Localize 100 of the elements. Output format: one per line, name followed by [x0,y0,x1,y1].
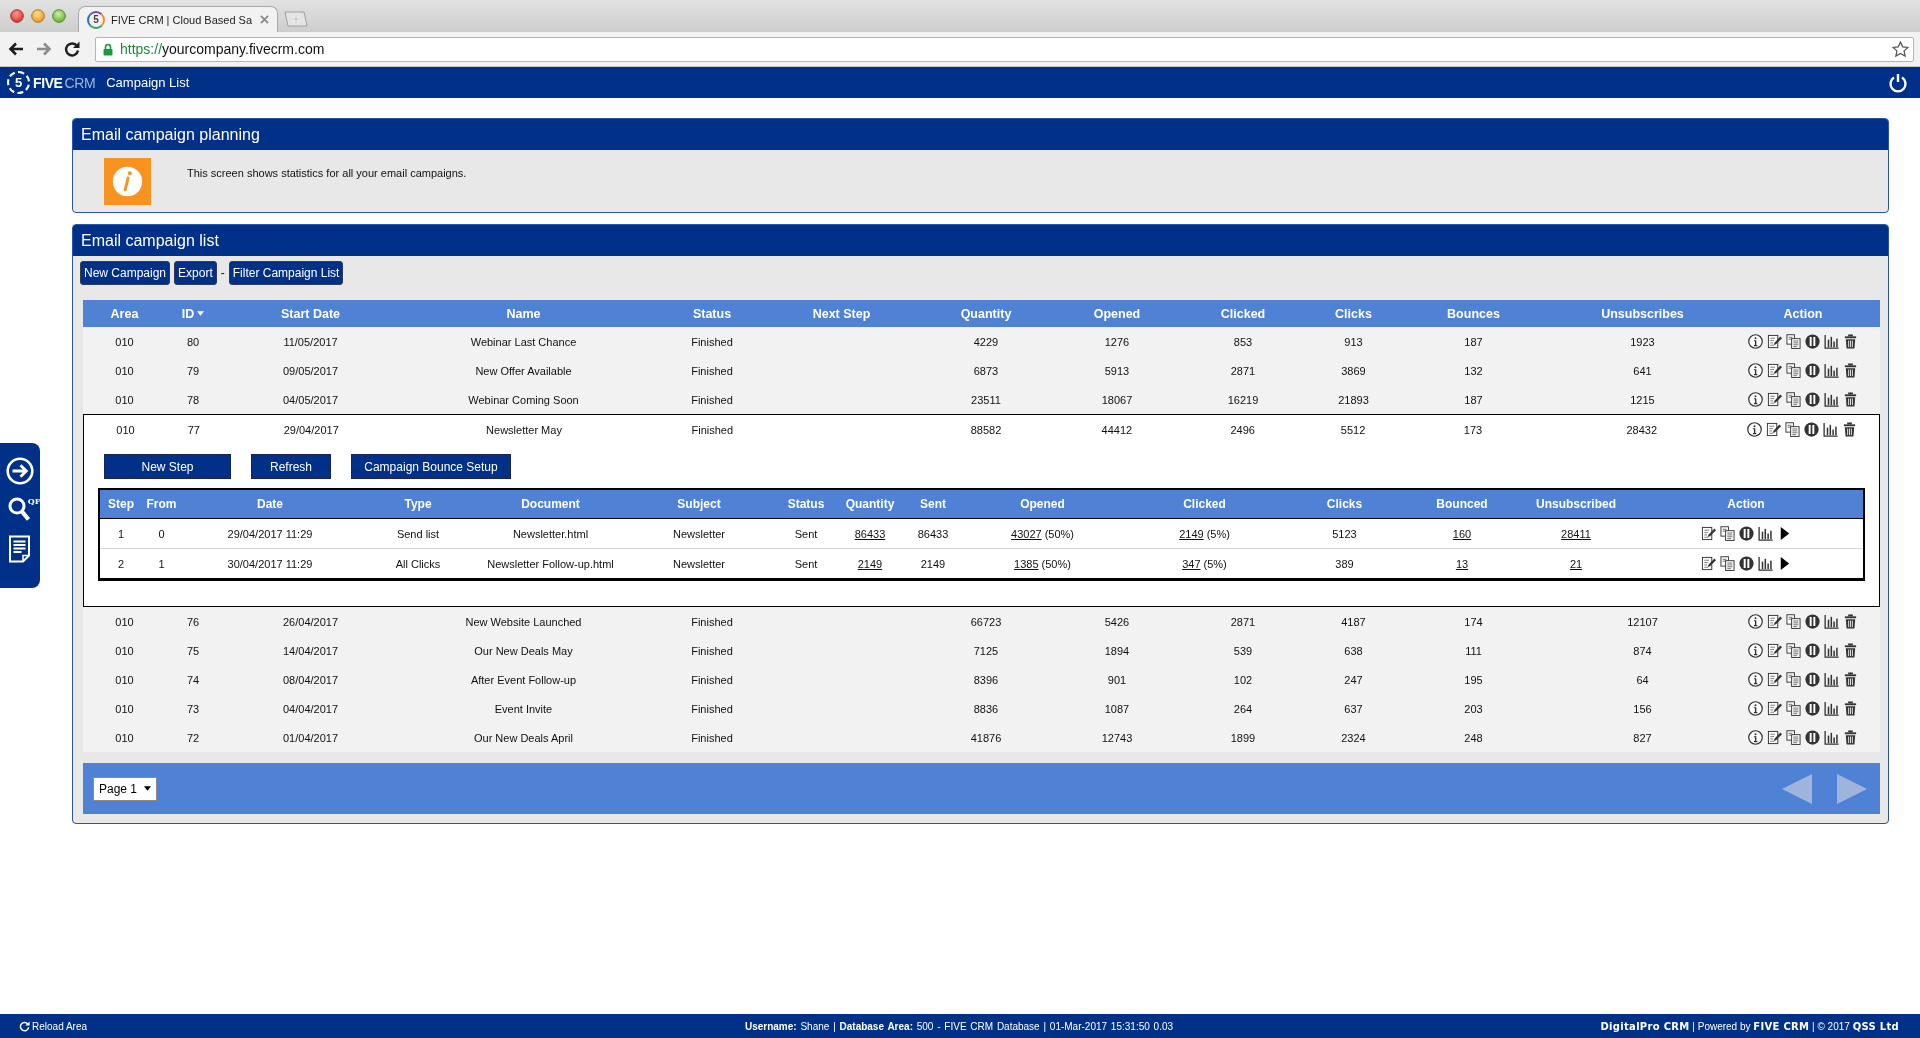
table-row[interactable]: 010 76 26/04/2017 New Website Launched Finished 66723 5426 2871 4187 174 12107 [83,607,1880,636]
edit-icon[interactable] [1767,701,1782,716]
opened-link[interactable]: 1385 [1014,557,1039,570]
edit-icon[interactable] [1767,614,1782,629]
toolbar-button[interactable]: Filter Campaign List [228,261,344,285]
copy-icon[interactable] [1786,392,1801,407]
trash-icon[interactable] [1843,701,1858,716]
table-row[interactable]: 010 72 01/04/2017 Our New Deals April Finished 41876 12743 1899 2324 248 827 [83,723,1880,752]
step-button[interactable]: Campaign Bounce Setup [351,454,511,479]
copy-icon[interactable] [1786,672,1801,687]
edit-icon[interactable] [1700,556,1716,571]
edit-icon[interactable] [1767,334,1782,349]
step-button[interactable]: Refresh [251,454,331,479]
table-row[interactable]: 010 75 14/04/2017 Our New Deals May Finished 7125 1894 539 638 111 874 [83,636,1880,665]
info-icon[interactable] [1748,392,1763,407]
trash-icon[interactable] [1842,422,1858,437]
edit-icon[interactable] [1767,672,1782,687]
bar-chart-icon[interactable] [1824,730,1839,745]
page-select[interactable]: Page 1 [93,776,158,801]
column-header[interactable]: Next Step [812,306,871,321]
copy-icon[interactable] [1786,701,1801,716]
trash-icon[interactable] [1843,334,1858,349]
info-icon[interactable] [1748,363,1763,378]
copy-icon[interactable] [1786,643,1801,658]
toolbar-button[interactable]: New Campaign [80,261,171,285]
info-icon[interactable] [1748,701,1763,716]
copy-icon[interactable] [1786,730,1801,745]
info-icon[interactable] [1748,614,1763,629]
copy-icon[interactable] [1786,614,1801,629]
close-icon[interactable] [260,15,269,24]
bar-chart-icon[interactable] [1824,614,1839,629]
pause-icon[interactable] [1805,730,1820,745]
column-header[interactable]: Clicked [1220,306,1266,321]
bar-chart-icon[interactable] [1823,422,1839,437]
info-icon[interactable] [1748,334,1763,349]
column-header[interactable]: Status [692,306,732,321]
power-icon[interactable] [1888,72,1908,93]
column-header[interactable]: Bounces [1447,306,1500,321]
table-row[interactable]: 010 79 09/05/2017 New Offer Available Finished 6873 5913 2871 3869 132 641 [83,356,1880,385]
unsubscribed-link[interactable]: 28411 [1561,527,1591,540]
trash-icon[interactable] [1843,392,1858,407]
pause-icon[interactable] [1805,363,1820,378]
column-header[interactable]: Name [506,306,541,321]
bar-chart-icon[interactable] [1824,701,1839,716]
bounced-link[interactable]: 13 [1455,557,1469,570]
info-icon[interactable] [1748,672,1763,687]
info-icon[interactable] [1748,643,1763,658]
bar-chart-icon[interactable] [1824,334,1839,349]
browser-tab[interactable]: 5 FIVE CRM | Cloud Based Sa [78,6,278,32]
trash-icon[interactable] [1843,614,1858,629]
column-header[interactable]: Opened [1093,306,1141,321]
edit-icon[interactable] [1766,422,1782,437]
reload-icon[interactable] [63,40,81,58]
clicked-link[interactable]: 347 [1182,557,1201,570]
pause-icon[interactable] [1804,422,1820,437]
reload-area-link[interactable]: Reload Area [19,1020,88,1032]
copy-icon[interactable] [1785,422,1801,437]
quick-find-button[interactable]: QF [7,497,41,523]
bar-chart-icon[interactable] [1757,526,1773,541]
trash-icon[interactable] [1843,672,1858,687]
bar-chart-icon[interactable] [1824,643,1839,658]
trash-icon[interactable] [1843,363,1858,378]
copy-icon[interactable] [1719,526,1735,541]
address-field[interactable]: https://yourcompany.fivecrm.com [95,36,1914,62]
table-row[interactable]: 010 73 04/04/2017 Event Invite Finished 8836 1087 264 637 203 156 [83,694,1880,723]
bar-chart-icon[interactable] [1757,556,1773,571]
bar-chart-icon[interactable] [1824,672,1839,687]
column-header[interactable]: Unsubscribes [1601,306,1684,321]
clicked-link[interactable]: 2149 [1179,527,1204,540]
opened-link[interactable]: 43027 [1011,527,1042,540]
pause-icon[interactable] [1805,701,1820,716]
copy-icon[interactable] [1719,556,1735,571]
unsubscribed-link[interactable]: 21 [1569,557,1583,570]
bounced-link[interactable]: 160 [1452,527,1472,540]
pause-icon[interactable] [1805,672,1820,687]
edit-icon[interactable] [1767,363,1782,378]
info-icon[interactable] [1747,422,1763,437]
bar-chart-icon[interactable] [1824,363,1839,378]
bar-chart-icon[interactable] [1824,392,1839,407]
pause-icon[interactable] [1805,334,1820,349]
pause-icon[interactable] [1738,556,1754,571]
column-header[interactable]: Quantity [960,306,1012,321]
info-icon[interactable] [1748,730,1763,745]
column-header[interactable]: ID [181,306,205,321]
column-header[interactable]: Area [110,306,139,321]
trash-icon[interactable] [1843,730,1858,745]
back-icon[interactable] [7,40,25,58]
column-header[interactable]: Start Date [280,306,340,321]
pause-icon[interactable] [1805,614,1820,629]
pause-icon[interactable] [1805,643,1820,658]
trash-icon[interactable] [1843,643,1858,658]
table-row[interactable]: 010 74 08/04/2017 After Event Follow-up Finished 8396 901 102 247 195 64 [83,665,1880,694]
edit-icon[interactable] [1767,730,1782,745]
pause-icon[interactable] [1738,526,1754,541]
toolbar-button[interactable]: Export [174,261,217,285]
quantity-link[interactable]: 2149 [857,557,883,570]
copy-icon[interactable] [1786,334,1801,349]
bookmark-star-icon[interactable] [1892,40,1909,58]
edit-icon[interactable] [1700,526,1716,541]
column-header[interactable]: Action [1783,306,1823,321]
